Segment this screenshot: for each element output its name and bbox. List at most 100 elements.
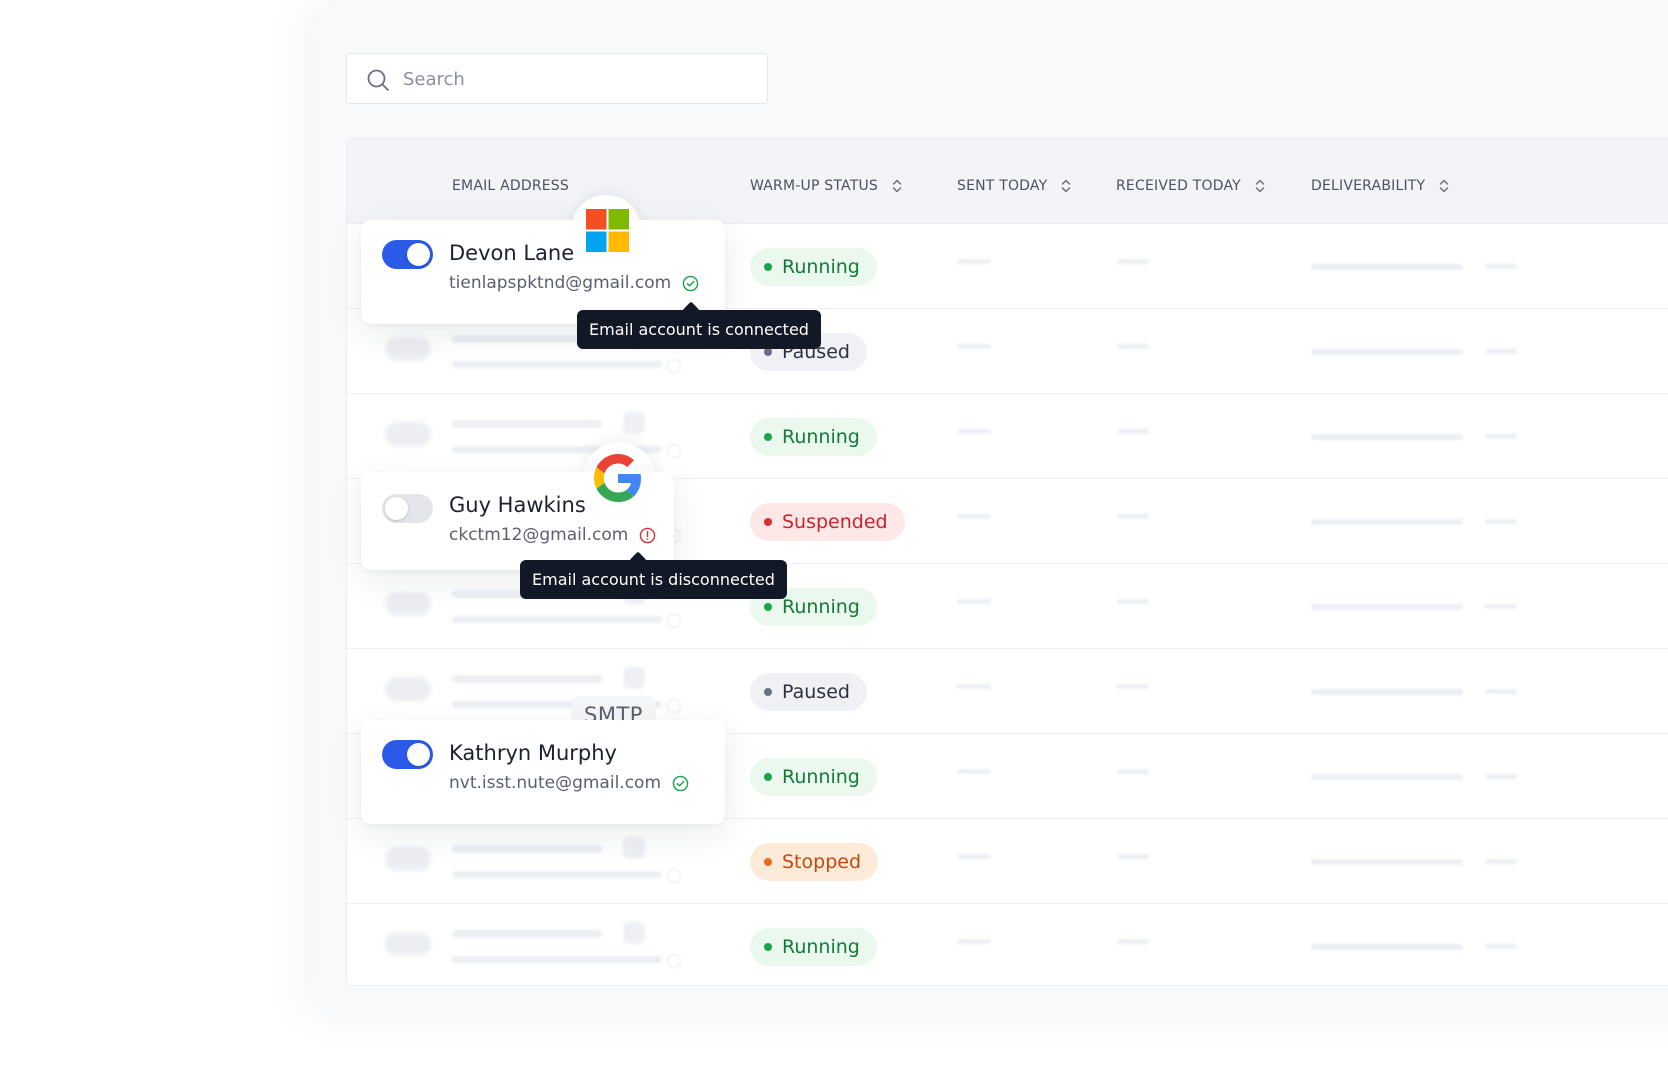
- tooltip-disconnected: Email account is disconnected: [520, 551, 787, 599]
- placeholder-deliverability-value: [1485, 349, 1517, 354]
- column-header-email: EMAIL ADDRESS: [452, 178, 569, 194]
- account-card-kathryn-murphy: Kathryn Murphy nvt.isst.nute@gmail.com: [361, 720, 725, 824]
- placeholder-check: [667, 954, 681, 968]
- placeholder-deliverability-bar: [1311, 944, 1463, 950]
- account-email: ckctm12@gmail.com: [449, 525, 656, 545]
- placeholder-sent-today: [957, 769, 991, 774]
- account-email: tienlapspktnd@gmail.com: [449, 273, 699, 293]
- placeholder-deliverability-bar: [1311, 604, 1463, 610]
- placeholder-check: [667, 444, 681, 458]
- placeholder-deliverability-value: [1485, 944, 1517, 949]
- placeholder-deliverability-value: [1485, 859, 1517, 864]
- microsoft-icon: [586, 209, 629, 252]
- status-dot: [764, 773, 772, 781]
- placeholder-deliverability-value: [1485, 774, 1517, 779]
- placeholder-received-today: [1117, 684, 1149, 689]
- status-label: Running: [782, 426, 860, 448]
- placeholder-sent-today: [957, 259, 991, 264]
- placeholder-check: [667, 699, 681, 713]
- status-dot: [764, 348, 772, 356]
- search-box[interactable]: [346, 53, 768, 105]
- placeholder-toggle: [385, 847, 431, 871]
- placeholder-sent-today: [957, 854, 991, 859]
- placeholder-toggle: [385, 337, 431, 361]
- status-label: Running: [782, 596, 860, 618]
- table-row[interactable]: Stopped: [347, 819, 1668, 904]
- connected-check-icon: [672, 775, 689, 791]
- toggle-knob: [407, 243, 430, 266]
- placeholder-toggle: [385, 677, 431, 701]
- placeholder-received-today: [1117, 854, 1149, 859]
- search-icon: [367, 69, 389, 91]
- sort-icon[interactable]: [890, 178, 904, 194]
- placeholder-sent-today: [957, 599, 991, 604]
- placeholder-logo: [623, 922, 645, 944]
- placeholder-sent-today: [957, 429, 991, 434]
- status-dot: [764, 603, 772, 611]
- disconnected-alert-icon: [640, 527, 656, 543]
- placeholder-logo: [623, 837, 645, 859]
- placeholder-received-today: [1117, 599, 1149, 604]
- warmup-status-badge: Suspended: [750, 503, 905, 541]
- placeholder-received-today: [1117, 429, 1149, 434]
- placeholder-sent-today: [957, 514, 991, 519]
- status-dot: [764, 858, 772, 866]
- table-header: EMAIL ADDRESS WARM-UP STATUS SENT TODAY …: [347, 139, 1668, 224]
- status-dot: [764, 943, 772, 951]
- placeholder-logo: [623, 412, 645, 434]
- placeholder-received-today: [1117, 769, 1149, 774]
- placeholder-received-today: [1117, 259, 1149, 264]
- placeholder-deliverability-bar: [1311, 264, 1463, 270]
- search-input[interactable]: [401, 54, 755, 105]
- status-label: Stopped: [782, 851, 862, 873]
- table-row[interactable]: Running: [347, 394, 1668, 479]
- placeholder-received-today: [1117, 939, 1149, 944]
- warmup-status-badge: Stopped: [750, 843, 879, 881]
- status-label: Suspended: [782, 511, 888, 533]
- placeholder-name: [452, 930, 602, 938]
- placeholder-toggle: [385, 422, 431, 446]
- placeholder-logo: [623, 667, 645, 689]
- warmup-toggle[interactable]: [382, 494, 433, 523]
- placeholder-email: [452, 361, 662, 368]
- placeholder-toggle: [385, 932, 431, 956]
- status-label: Running: [782, 766, 860, 788]
- account-email: nvt.isst.nute@gmail.com: [449, 773, 689, 793]
- placeholder-deliverability-bar: [1311, 859, 1463, 865]
- placeholder-deliverability-value: [1485, 264, 1517, 269]
- placeholder-sent-today: [957, 939, 991, 944]
- sort-icon[interactable]: [1437, 178, 1451, 194]
- warmup-status-badge: Running: [750, 418, 877, 456]
- column-header-warmup-status[interactable]: WARM-UP STATUS: [750, 178, 904, 194]
- placeholder-received-today: [1117, 344, 1149, 349]
- placeholder-email: [452, 956, 662, 963]
- placeholder-deliverability-bar: [1311, 689, 1463, 695]
- warmup-toggle[interactable]: [382, 240, 433, 269]
- account-name: Devon Lane: [449, 241, 575, 265]
- column-header-received-today[interactable]: RECEIVED TODAY: [1116, 178, 1267, 194]
- placeholder-received-today: [1117, 514, 1149, 519]
- connected-check-icon: [682, 275, 699, 291]
- placeholder-deliverability-bar: [1311, 349, 1463, 355]
- placeholder-sent-today: [957, 344, 991, 349]
- column-header-deliverability[interactable]: DELIVERABILITY: [1311, 178, 1451, 194]
- sort-icon[interactable]: [1253, 178, 1267, 194]
- placeholder-sent-today: [957, 684, 991, 689]
- table-row[interactable]: Running: [347, 904, 1668, 985]
- status-label: Running: [782, 936, 860, 958]
- warmup-status-badge: Running: [750, 248, 877, 286]
- sort-icon[interactable]: [1059, 178, 1073, 194]
- status-dot: [764, 688, 772, 696]
- warmup-status-badge: Paused: [750, 673, 867, 711]
- placeholder-email: [452, 871, 662, 878]
- warmup-status-badge: Running: [750, 928, 877, 966]
- google-icon: [594, 454, 641, 502]
- column-header-sent-today[interactable]: SENT TODAY: [957, 178, 1073, 194]
- placeholder-deliverability-bar: [1311, 519, 1463, 525]
- warmup-toggle[interactable]: [382, 740, 433, 769]
- account-card-devon-lane: Devon Lane tienlapspktnd@gmail.com: [361, 220, 725, 324]
- status-dot: [764, 263, 772, 271]
- placeholder-name: [452, 675, 602, 683]
- placeholder-name: [452, 420, 602, 428]
- placeholder-name: [452, 845, 602, 853]
